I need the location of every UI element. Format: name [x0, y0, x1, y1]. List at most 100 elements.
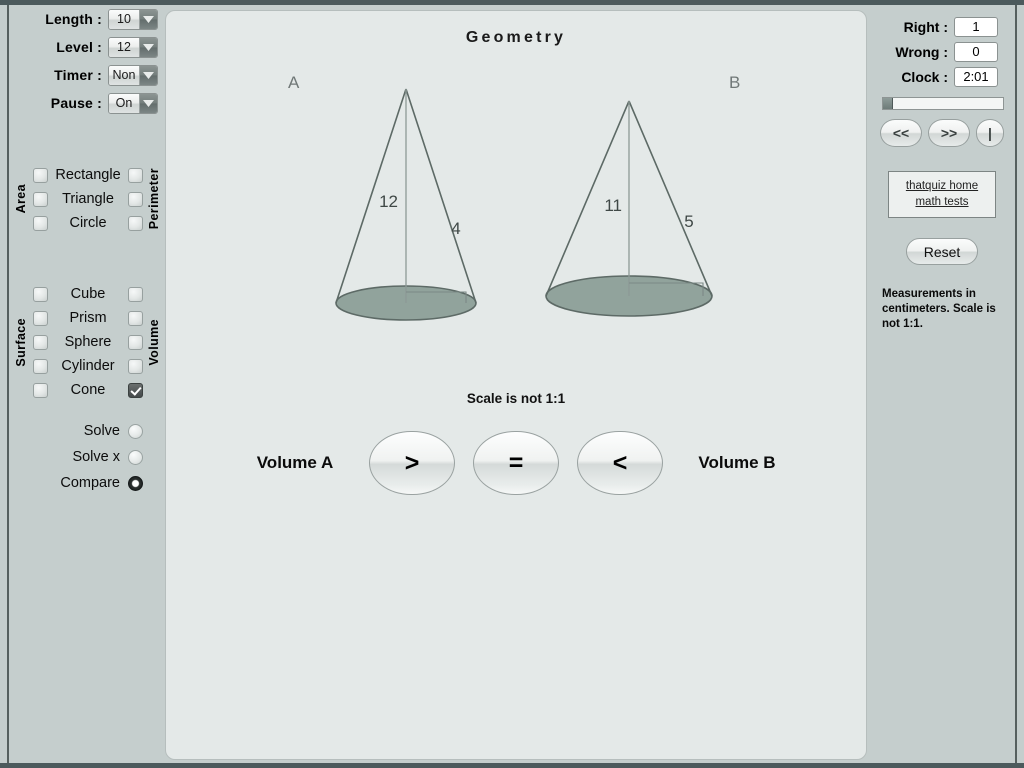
shape-label-triangle: Triangle — [62, 191, 114, 207]
measurements-note: Measurements in centimeters. Scale is no… — [882, 288, 996, 330]
volume-checkbox-cylinder[interactable] — [128, 358, 143, 374]
stat-row-wrong: Wrong : 0 — [868, 39, 1016, 64]
volume-checkbox-sphere[interactable] — [128, 334, 143, 350]
chevron-down-icon — [139, 9, 157, 29]
mode-label-solve: Solve — [83, 423, 120, 439]
left-sidebar: Length : 10 Level : 12 Timer : Non Pause… — [9, 5, 165, 763]
shape-label-sphere: Sphere — [64, 334, 112, 350]
timer-label: Timer : — [54, 67, 102, 83]
setting-row-pause: Pause : On — [9, 89, 165, 117]
shape-label-cube: Cube — [70, 286, 106, 302]
greater-than-button[interactable]: > — [369, 431, 455, 495]
math-tests-link[interactable]: math tests — [893, 194, 991, 210]
chevron-down-icon — [139, 93, 157, 113]
geometry-figures: 12 4 11 5 — [335, 88, 713, 321]
shape-label-circle: Circle — [69, 215, 107, 231]
less-than-button[interactable]: < — [577, 431, 663, 495]
stat-row-right: Right : 1 — [868, 14, 1016, 39]
surface-checkbox-cylinder[interactable] — [33, 358, 48, 374]
cone-a-height-label: 12 — [379, 192, 398, 211]
clock-label: Clock : — [901, 68, 948, 85]
area-checkbox-circle[interactable] — [33, 215, 48, 231]
next-button[interactable]: >> — [928, 119, 970, 147]
settings-list: Length : 10 Level : 12 Timer : Non Pause… — [9, 5, 165, 117]
volume-checkbox-cone[interactable] — [128, 382, 143, 398]
level-value: 12 — [109, 37, 139, 57]
length-select[interactable]: 10 — [108, 8, 158, 30]
prev-button[interactable]: << — [880, 119, 922, 147]
perimeter-checkbox-circle[interactable] — [128, 215, 143, 231]
perimeter-checkbox-triangle[interactable] — [128, 191, 143, 207]
group-label-perimeter: Perimeter — [147, 168, 161, 230]
cone-b-radius-label: 5 — [684, 212, 693, 231]
site-links-box: thatquiz home math tests — [888, 171, 996, 218]
mode-label-solve-x: Solve x — [72, 449, 120, 465]
equals-button[interactable]: = — [473, 431, 559, 495]
cone-a-radius-label: 4 — [451, 219, 460, 238]
cone-b-height-label: 11 — [604, 196, 622, 215]
timer-select[interactable]: Non — [108, 64, 158, 86]
setting-row-level: Level : 12 — [9, 33, 165, 61]
level-select[interactable]: 12 — [108, 36, 158, 58]
area-checkbox-rectangle[interactable] — [33, 167, 48, 183]
stat-row-clock: Clock : 2:01 — [868, 64, 1016, 89]
clock-value: 2:01 — [954, 66, 998, 87]
length-value: 10 — [109, 9, 139, 29]
progress-bar-fill — [883, 98, 893, 109]
volume-a-label: Volume A — [256, 453, 334, 472]
main-quiz-panel: Geometry A B 12 4 11 5 Scale is not 1:1 … — [165, 10, 867, 760]
pause-value: On — [109, 93, 139, 113]
shape-row-cylinder: Cylinder — [9, 354, 165, 378]
scale-note: Scale is not 1:1 — [466, 391, 566, 406]
answer-buttons-row: Volume A > = < Volume B — [166, 431, 866, 495]
mode-radio-compare[interactable] — [128, 475, 143, 491]
shape-row-prism: Prism — [9, 306, 165, 330]
volume-b-label: Volume B — [698, 453, 776, 472]
shape-row-cone: Cone — [9, 378, 165, 402]
mode-label-compare: Compare — [60, 475, 120, 491]
right-sidebar: Right : 1 Wrong : 0 Clock : 2:01 << >> |… — [868, 5, 1016, 763]
cone-figure-b: 11 5 — [545, 100, 713, 317]
shape-row-circle: Circle — [9, 211, 165, 235]
pause-label: Pause : — [50, 95, 102, 111]
application-window: Length : 10 Level : 12 Timer : Non Pause… — [0, 0, 1024, 768]
group-area-perimeter: Area Perimeter Rectangle Triangle Circle — [9, 163, 165, 235]
shape-label-cylinder: Cylinder — [61, 358, 115, 374]
mode-list: Solve Solve x Compare — [9, 418, 165, 496]
volume-checkbox-cube[interactable] — [128, 286, 143, 302]
mode-row-compare: Compare — [9, 470, 165, 496]
pause-select[interactable]: On — [108, 92, 158, 114]
shape-row-triangle: Triangle — [9, 187, 165, 211]
right-value: 1 — [954, 16, 998, 37]
shape-label-prism: Prism — [69, 310, 107, 326]
cone-figure-a: 12 4 — [335, 88, 477, 321]
perimeter-checkbox-rectangle[interactable] — [128, 167, 143, 183]
stop-button[interactable]: | — [976, 119, 1004, 147]
shape-label-rectangle: Rectangle — [55, 167, 121, 183]
group-surface-volume: Surface Volume Cube Prism Sphere Cylinde… — [9, 282, 165, 402]
surface-checkbox-prism[interactable] — [33, 310, 48, 326]
reset-button[interactable]: Reset — [906, 238, 978, 265]
shape-row-cube: Cube — [9, 282, 165, 306]
volume-checkbox-prism[interactable] — [128, 310, 143, 326]
group-label-area: Area — [14, 184, 28, 214]
right-label: Right : — [903, 18, 948, 35]
thatquiz-home-link[interactable]: thatquiz home — [893, 178, 991, 194]
progress-bar — [882, 97, 1004, 110]
mode-radio-solve[interactable] — [128, 423, 143, 439]
mode-row-solve: Solve — [9, 418, 165, 444]
surface-checkbox-sphere[interactable] — [33, 334, 48, 350]
setting-row-length: Length : 10 — [9, 5, 165, 33]
setting-row-timer: Timer : Non — [9, 61, 165, 89]
mode-radio-solve-x[interactable] — [128, 449, 143, 465]
shape-label-cone: Cone — [70, 382, 106, 398]
length-label: Length : — [45, 11, 102, 27]
navigation-buttons: << >> | — [868, 119, 1016, 147]
level-label: Level : — [56, 39, 102, 55]
group-label-surface: Surface — [14, 317, 28, 367]
surface-checkbox-cube[interactable] — [33, 286, 48, 302]
surface-checkbox-cone[interactable] — [33, 382, 48, 398]
chevron-down-icon — [139, 37, 157, 57]
chevron-down-icon — [139, 65, 157, 85]
area-checkbox-triangle[interactable] — [33, 191, 48, 207]
